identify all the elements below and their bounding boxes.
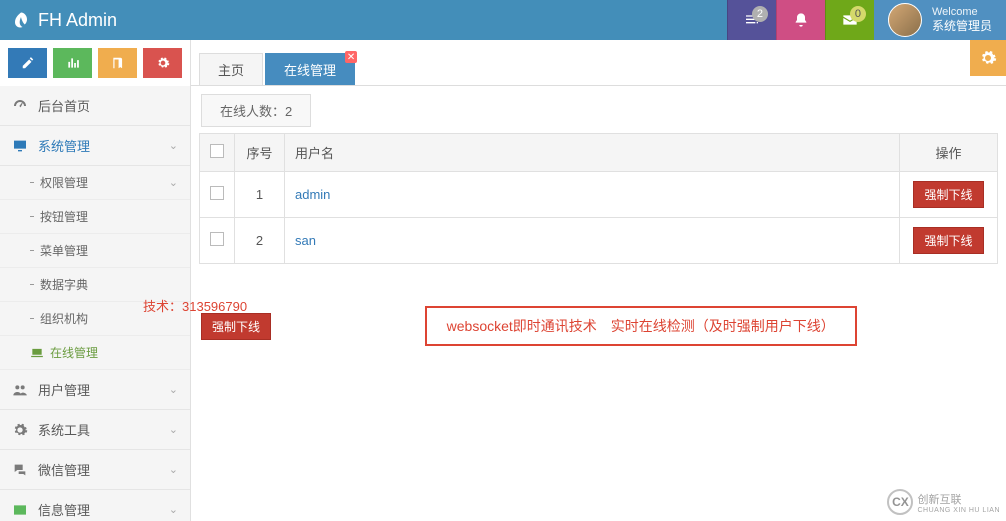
force-offline-button[interactable]: 强制下线 (913, 227, 983, 254)
tab-home[interactable]: 主页 (199, 53, 263, 85)
avatar (888, 3, 922, 37)
user-menu[interactable]: Welcome 系统管理员 (874, 0, 1006, 40)
watermark-sub: CHUANG XIN HU LIAN (917, 507, 1000, 514)
sidebar-sub-permission[interactable]: 权限管理 ⌄ (0, 166, 190, 200)
row-checkbox[interactable] (210, 232, 224, 246)
dashboard-icon (12, 98, 28, 114)
checkbox-all[interactable] (210, 144, 224, 158)
bell-icon (793, 12, 809, 28)
tab-label: 在线管理 (284, 63, 336, 78)
sidebar-item-info[interactable]: 信息管理 ⌄ (0, 490, 190, 521)
sidebar-item-wechat[interactable]: 微信管理 ⌄ (0, 450, 190, 490)
sidebar-label: 后台首页 (38, 96, 90, 115)
monitor-icon (12, 138, 28, 154)
user-link[interactable]: san (295, 233, 316, 248)
table-row: 1 admin 强制下线 (200, 172, 998, 218)
sidebar-label: 系统管理 (38, 136, 90, 155)
sidebar-label: 按钮管理 (40, 208, 88, 225)
watermark-brand: 创新互联 (917, 491, 1000, 507)
chevron-down-icon: ⌄ (169, 139, 178, 152)
tabs: 主页 在线管理 ✕ (191, 40, 1006, 86)
mail-badge: 0 (850, 6, 866, 22)
sidebar-label: 在线管理 (50, 344, 98, 361)
chevron-down-icon: ⌄ (169, 463, 178, 476)
sidebar-label: 系统工具 (38, 420, 90, 439)
online-count-bar: 在线人数：2 (201, 94, 311, 127)
online-label: 在线人数： (220, 104, 285, 119)
sidebar-item-dashboard[interactable]: 后台首页 (0, 86, 190, 126)
main: 后台首页 系统管理 ⌄ 权限管理 ⌄ 按钮管理 菜单管理 数据字典 组织机构 在线… (0, 86, 1006, 521)
user-link[interactable]: admin (295, 187, 330, 202)
online-users-table: 序号 用户名 操作 1 admin 强制下线 2 san 强制下线 (199, 133, 998, 264)
mail-button[interactable]: 0 (825, 0, 874, 40)
brand: FH Admin (0, 10, 727, 31)
sidebar-label: 信息管理 (38, 500, 90, 519)
tasks-button[interactable]: 2 (727, 0, 776, 40)
bar-chart-icon (66, 56, 80, 70)
watermark-logo: CX (887, 489, 913, 515)
sidebar-label: 权限管理 (40, 174, 88, 191)
table-header-row: 序号 用户名 操作 (200, 134, 998, 172)
settings-button[interactable] (143, 48, 182, 78)
laptop-icon (30, 346, 44, 360)
user-role: 系统管理员 (932, 19, 992, 33)
chevron-down-icon: ⌄ (169, 503, 178, 516)
table-row: 2 san 强制下线 (200, 218, 998, 264)
content: 技术：313596790 在线人数：2 序号 用户名 操作 1 admin 强制… (191, 86, 1006, 521)
cell-seq: 1 (235, 172, 285, 218)
tech-note: 技术：313596790 (143, 296, 247, 315)
tasks-badge: 2 (752, 6, 768, 22)
watermark: CX 创新互联 CHUANG XIN HU LIAN (887, 489, 1000, 515)
gear-icon (12, 422, 28, 438)
card-icon (12, 502, 28, 518)
sidebar-label: 用户管理 (38, 380, 90, 399)
sidebar-sub-menu[interactable]: 菜单管理 (0, 234, 190, 268)
header-actions: 2 0 Welcome 系统管理员 (727, 0, 1006, 40)
toolbar-row: 主页 在线管理 ✕ (0, 40, 1006, 86)
page-settings-button[interactable] (970, 40, 1006, 76)
users-icon (12, 382, 28, 398)
leaf-icon (12, 11, 30, 29)
chevron-down-icon: ⌄ (169, 423, 178, 436)
cell-seq: 2 (235, 218, 285, 264)
quick-actions (0, 40, 191, 86)
sidebar-label: 数据字典 (40, 276, 88, 293)
welcome-label: Welcome (932, 6, 992, 19)
chevron-down-icon: ⌄ (169, 176, 178, 189)
chevron-down-icon: ⌄ (169, 383, 178, 396)
sidebar-item-user[interactable]: 用户管理 ⌄ (0, 370, 190, 410)
book-button[interactable] (98, 48, 137, 78)
sidebar-item-system[interactable]: 系统管理 ⌄ (0, 126, 190, 166)
force-offline-button[interactable]: 强制下线 (913, 181, 983, 208)
sidebar-sub-button[interactable]: 按钮管理 (0, 200, 190, 234)
col-action: 操作 (900, 134, 998, 172)
sidebar-sub-online[interactable]: 在线管理 (0, 336, 190, 370)
close-icon[interactable]: ✕ (345, 51, 357, 63)
stats-button[interactable] (53, 48, 92, 78)
notifications-button[interactable] (776, 0, 825, 40)
websocket-banner: websocket即时通讯技术 实时在线检测（及时强制用户下线） (425, 306, 857, 346)
col-username: 用户名 (285, 134, 900, 172)
sidebar-label: 组织机构 (40, 310, 88, 327)
force-offline-bulk-button[interactable]: 强制下线 (201, 313, 271, 340)
user-text: Welcome 系统管理员 (932, 6, 992, 34)
gear-icon (979, 49, 997, 67)
tab-online-manage[interactable]: 在线管理 ✕ (265, 53, 355, 85)
app-header: FH Admin 2 0 Welcome 系统管理员 (0, 0, 1006, 40)
comments-icon (12, 462, 28, 478)
sidebar-item-tools[interactable]: 系统工具 ⌄ (0, 410, 190, 450)
edit-button[interactable] (8, 48, 47, 78)
row-checkbox[interactable] (210, 186, 224, 200)
sidebar-label: 菜单管理 (40, 242, 88, 259)
col-check (200, 134, 235, 172)
online-count: 2 (285, 104, 292, 119)
pencil-icon (21, 56, 35, 70)
sidebar-label: 微信管理 (38, 460, 90, 479)
brand-text: FH Admin (38, 10, 117, 31)
gear-icon (156, 56, 170, 70)
book-icon (111, 56, 125, 70)
col-seq: 序号 (235, 134, 285, 172)
